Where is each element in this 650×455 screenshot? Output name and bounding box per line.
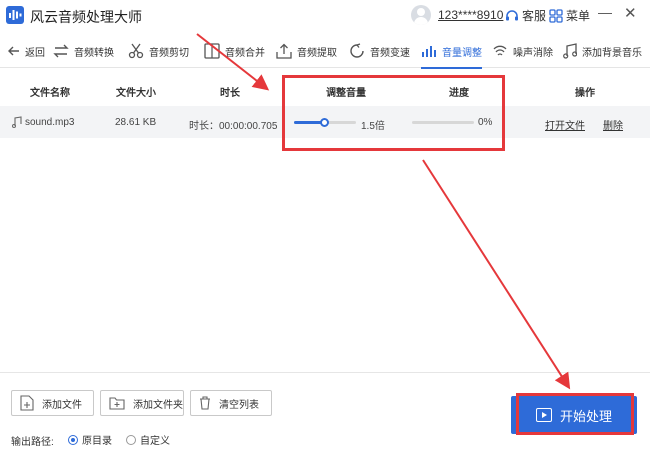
toolbar-noise-removal[interactable]: 噪声消除	[492, 34, 553, 68]
arrow-to-start	[422, 159, 571, 390]
menu-grid-icon	[549, 8, 563, 23]
noise-wave-icon	[493, 45, 507, 56]
clear-list-button[interactable]: 清空列表	[190, 390, 272, 416]
support-label: 客服	[522, 9, 547, 23]
file-name: sound.mp3	[25, 117, 75, 128]
toolbar-audio-convert[interactable]: 音频转换	[53, 34, 114, 68]
headset-icon	[506, 9, 518, 20]
col-actions: 操作	[575, 88, 595, 99]
add-folder-label: 添加文件夹	[133, 399, 183, 411]
add-folder-button[interactable]: 添加文件夹	[100, 390, 184, 416]
col-duration: 时长	[220, 88, 240, 99]
toolbar-audio-merge-label: 音频合并	[225, 47, 265, 59]
scissors-icon	[128, 43, 144, 59]
minimize-button[interactable]: —	[598, 4, 612, 20]
toolbar-volume-adjust-label: 音量调整	[442, 47, 482, 59]
music-note-icon	[563, 43, 577, 59]
trash-icon	[200, 396, 210, 410]
toolbar: 返回 音频转换 音频剪切 音频合并 音频提取 音频变速 音量调整 噪声消除 添加…	[0, 34, 650, 69]
toolbar-audio-extract[interactable]: 音频提取	[276, 34, 337, 68]
col-file-size: 文件大小	[116, 88, 156, 99]
music-file-icon	[12, 116, 22, 128]
annotation-arrows	[196, 33, 571, 390]
app-title: 风云音频处理大师	[30, 9, 142, 25]
radio-original-dot[interactable]	[68, 434, 78, 445]
volume-bars-icon	[422, 46, 436, 57]
merge-icon	[204, 43, 220, 59]
highlight-box-volume	[282, 75, 505, 151]
toolbar-audio-extract-label: 音频提取	[297, 47, 337, 59]
file-duration: 时长：00:00:00.705	[189, 121, 278, 132]
toolbar-noise-removal-label: 噪声消除	[513, 47, 553, 59]
avatar[interactable]	[411, 5, 431, 25]
toolbar-audio-merge[interactable]: 音频合并	[204, 34, 265, 68]
radio-custom-label: 自定义	[140, 436, 170, 447]
toolbar-audio-speed-label: 音频变速	[370, 47, 410, 59]
add-file-button[interactable]: 添加文件	[11, 390, 94, 416]
close-button[interactable]: ✕	[624, 4, 637, 22]
toolbar-add-bgm-label: 添加背景音乐	[582, 47, 642, 59]
toolbar-back-label: 返回	[25, 47, 45, 59]
bottom-divider	[0, 372, 650, 373]
toolbar-volume-adjust[interactable]: 音量调整	[421, 34, 482, 69]
title-bar: 风云音频处理大师 123****8910 客服 菜单 — ✕	[0, 0, 650, 30]
convert-arrows-icon	[53, 44, 69, 58]
highlight-box-start	[516, 393, 634, 435]
account-link[interactable]: 123****8910	[438, 8, 503, 22]
support-button[interactable]: 客服	[505, 7, 546, 24]
speed-circle-icon	[350, 43, 364, 58]
toolbar-back[interactable]: 返回	[8, 34, 45, 68]
menu-label: 菜单	[566, 9, 591, 23]
app-logo-icon	[6, 6, 24, 24]
upload-box-icon	[276, 43, 292, 59]
toolbar-audio-cut-label: 音频剪切	[149, 47, 189, 59]
radio-original-label: 原目录	[82, 436, 112, 447]
file-size: 28.61 KB	[115, 117, 157, 128]
add-file-icon	[20, 395, 34, 411]
radio-custom-dot[interactable]	[126, 434, 136, 445]
toolbar-add-bgm[interactable]: 添加背景音乐	[563, 34, 642, 68]
output-path-label: 输出路径:	[11, 437, 54, 448]
open-file-link[interactable]: 打开文件	[545, 117, 585, 132]
toolbar-audio-speed[interactable]: 音频变速	[349, 34, 410, 68]
radio-custom-dir[interactable]: 自定义	[126, 432, 170, 447]
menu-button[interactable]: 菜单	[549, 7, 590, 24]
clear-list-label: 清空列表	[219, 399, 259, 411]
toolbar-audio-cut[interactable]: 音频剪切	[128, 34, 189, 68]
add-file-label: 添加文件	[42, 399, 82, 411]
add-folder-icon	[109, 397, 125, 410]
back-arrow-icon	[8, 46, 19, 56]
radio-original-dir[interactable]: 原目录	[68, 432, 112, 447]
delete-link[interactable]: 删除	[603, 117, 623, 132]
col-file-name: 文件名称	[30, 88, 70, 99]
toolbar-audio-convert-label: 音频转换	[74, 47, 114, 59]
